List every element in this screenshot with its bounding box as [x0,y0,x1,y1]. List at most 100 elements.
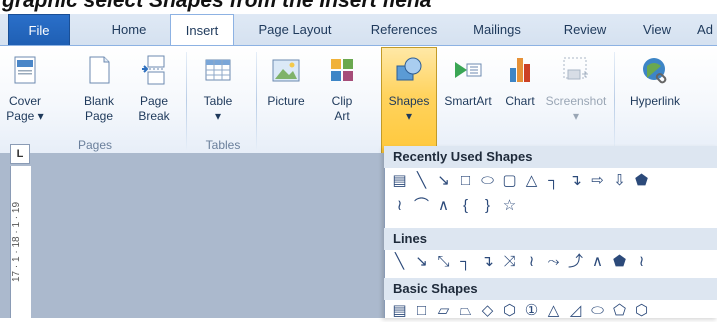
ruler-marks: 17 · 1 · 18 · 1 · 19 [11,201,22,283]
basic-shape-icon[interactable]: ▤ [390,300,409,322]
line-shape-icon[interactable]: ⬟ [610,251,629,273]
tab-file[interactable]: File [8,14,70,46]
vertical-ruler[interactable]: 17 · 1 · 18 · 1 · 19 [10,166,31,318]
shapes-label-2: ▾ [405,109,413,123]
recently-used-row-2: ≀ ⌒ ∧{} ☆ [390,195,519,217]
cover-page-label-2: Page ▾ [6,109,44,123]
screenshot-label-2: ▾ [572,109,580,123]
blank-page-button[interactable]: Blank Page [80,54,118,124]
recent-shape-icon[interactable]: ↘ [434,170,453,192]
cover-page-button[interactable]: Cover Page ▾ [4,54,46,124]
recent-shape-icon[interactable]: ▤ [390,170,409,192]
recent-shape-icon[interactable]: △ [522,170,541,192]
line-shape-icon[interactable]: ⤨ [500,251,519,273]
page-break-button[interactable]: Page Break [134,54,174,124]
recent-shape-icon[interactable]: ∧ [434,195,453,217]
recently-used-shapes-header: Recently Used Shapes [384,146,717,168]
recent-shape-icon[interactable]: { [456,195,475,217]
clip-art-label-1: Clip [331,94,353,108]
line-shape-icon[interactable]: ↘ [412,251,431,273]
hyperlink-label: Hyperlink [629,94,680,108]
tab-selector[interactable]: L [10,144,30,164]
picture-icon [272,59,300,82]
hyperlink-button[interactable]: Hyperlink [620,54,690,109]
page-break-label-2: Break [138,109,170,123]
line-shape-icon[interactable]: ┐ [456,251,475,273]
line-shape-icon[interactable]: ⤡ [434,251,453,273]
recent-shape-icon[interactable]: ╲ [412,170,431,192]
basic-shape-icon[interactable]: ⬭ [588,300,607,322]
table-button[interactable]: Table ▾ [196,54,240,124]
shapes-label-1: Shapes [388,94,430,108]
tab-selector-glyph: L [16,148,24,160]
page-break-icon [142,55,165,85]
screenshot-label-1: Screenshot [545,94,607,108]
table-icon [205,59,231,81]
blank-page-label-2: Page [84,109,114,123]
ribbon-separator [256,52,257,150]
line-shape-icon[interactable]: ╲ [390,251,409,273]
tab-view[interactable]: View [636,14,678,45]
recent-shape-icon[interactable]: ┐ [544,170,563,192]
ribbon-separator [614,52,615,150]
cover-page-label-1: Cover [8,94,41,108]
tab-mailings[interactable]: Mailings [462,14,532,45]
basic-shape-icon[interactable]: ⬡ [500,300,519,322]
recent-shape-icon[interactable]: ▢ [500,170,519,192]
lines-row-1: ╲ ↘ ⤡ ┐ ↴ ⤨ ≀ ⤳ ⤴ ∧ ⬟ ≀ [390,251,651,273]
basic-shape-icon[interactable]: ⬡ [632,300,651,322]
basic-shape-icon[interactable]: ◿ [566,300,585,322]
line-shape-icon[interactable]: ⤴ [566,251,585,273]
shapes-icon [396,57,422,81]
tab-references[interactable]: References [362,14,446,45]
tab-add-ins[interactable]: Ad [690,14,717,45]
table-label-2: ▾ [214,109,222,123]
chart-button[interactable]: Chart [500,54,540,109]
recent-shape-icon[interactable]: ⬟ [632,170,651,192]
line-shape-icon[interactable]: ↴ [478,251,497,273]
clip-art-button[interactable]: Clip Art [324,54,360,124]
basic-shape-icon[interactable]: ◇ [478,300,497,322]
basic-shape-icon[interactable]: ① [522,300,541,322]
group-label-tables: Tables [205,138,241,152]
basic-shapes-header: Basic Shapes [384,278,717,300]
basic-shape-icon[interactable]: ⏢ [456,300,475,322]
basic-shape-icon[interactable]: △ [544,300,563,322]
recent-shape-icon[interactable]: ⌒ [412,195,431,217]
recently-used-row-1: ▤ ╲ ↘ □ ⬭ ▢ △ ┐ ↴ ⇨ ⇩ ⬟ [390,170,651,192]
caption-text: graphic select Shapes from the Insert fi… [2,0,432,12]
recent-shape-icon[interactable]: ☆ [500,195,519,217]
line-shape-icon[interactable]: ∧ [588,251,607,273]
screenshot-button[interactable]: Screenshot ▾ [544,54,608,124]
lines-header: Lines [384,228,717,250]
line-shape-icon[interactable]: ≀ [632,251,651,273]
line-shape-icon[interactable]: ≀ [522,251,541,273]
picture-label: Picture [267,94,305,108]
basic-shape-icon[interactable]: ▱ [434,300,453,322]
smartart-icon [455,62,482,78]
tab-insert[interactable]: Insert [170,14,234,47]
recent-shape-icon[interactable]: } [478,195,497,217]
recent-shape-icon[interactable]: ⇨ [588,170,607,192]
clip-art-icon [331,59,353,81]
recent-shape-icon[interactable]: ≀ [390,195,409,217]
table-label-1: Table [203,94,233,108]
hyperlink-icon [643,58,667,84]
recent-shape-icon[interactable]: ⬭ [478,170,497,192]
recent-shape-icon[interactable]: ↴ [566,170,585,192]
cover-page-icon [14,56,36,84]
basic-shape-icon[interactable]: ⬠ [610,300,629,322]
tab-review[interactable]: Review [556,14,614,45]
screenshot-icon [563,57,588,80]
recent-shape-icon[interactable]: ⇩ [610,170,629,192]
line-shape-icon[interactable]: ⤳ [544,251,563,273]
tab-page-layout[interactable]: Page Layout [245,14,345,45]
tab-home[interactable]: Home [98,14,160,45]
smartart-button[interactable]: SmartArt [440,54,496,109]
basic-shape-icon[interactable]: □ [412,300,431,322]
shapes-button-content[interactable]: Shapes ▾ [381,54,437,124]
group-label-pages: Pages [77,138,113,152]
page-break-label-1: Page [139,94,169,108]
picture-button[interactable]: Picture [262,54,310,109]
recent-shape-icon[interactable]: □ [456,170,475,192]
